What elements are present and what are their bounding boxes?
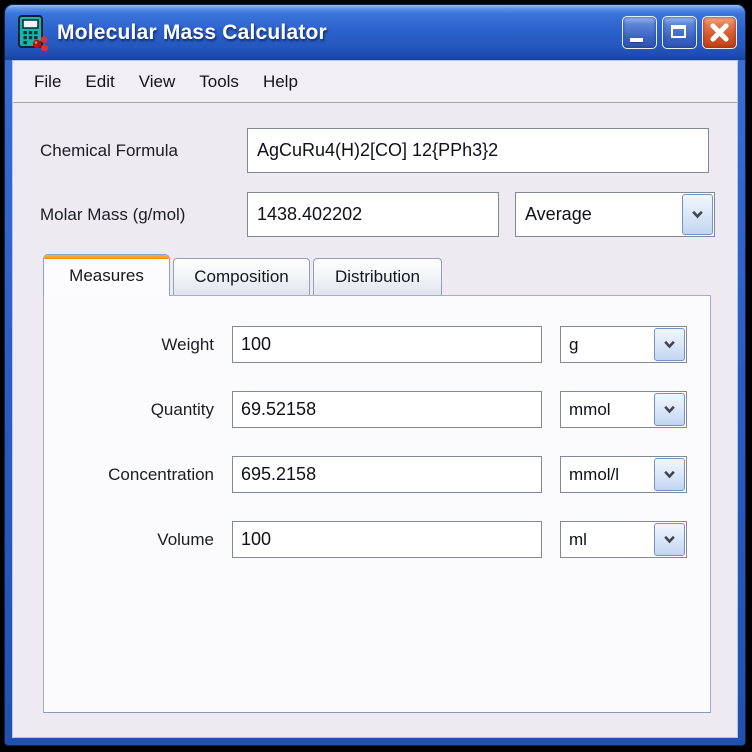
volume-label: Volume bbox=[54, 521, 214, 558]
quantity-unit-value: mmol bbox=[561, 392, 653, 427]
concentration-input[interactable] bbox=[232, 456, 542, 493]
quantity-unit-select[interactable]: mmol bbox=[560, 391, 687, 428]
menu-item-edit[interactable]: Edit bbox=[73, 65, 126, 99]
chevron-down-icon bbox=[663, 340, 676, 349]
menu-item-help[interactable]: Help bbox=[251, 65, 310, 99]
dialog-content: Chemical Formula Molar Mass (g/mol) Aver… bbox=[13, 103, 737, 737]
quantity-label: Quantity bbox=[54, 391, 214, 428]
tab-distribution[interactable]: Distribution bbox=[313, 258, 442, 295]
tab-measures-label: Measures bbox=[69, 266, 144, 285]
menu-bar: File Edit View Tools Help bbox=[13, 61, 737, 103]
concentration-unit-value: mmol/l bbox=[561, 457, 653, 492]
chemical-formula-label: Chemical Formula bbox=[40, 128, 178, 173]
weight-unit-dropdown-button[interactable] bbox=[654, 328, 685, 361]
client-area: File Edit View Tools Help Chemical Formu… bbox=[12, 60, 738, 738]
concentration-label: Concentration bbox=[54, 456, 214, 493]
window-title: Molecular Mass Calculator bbox=[57, 21, 327, 45]
tab-measures[interactable]: Measures bbox=[43, 254, 170, 296]
mass-mode-value: Average bbox=[516, 193, 681, 236]
molar-mass-label: Molar Mass (g/mol) bbox=[40, 192, 185, 237]
tab-distribution-label: Distribution bbox=[335, 267, 420, 286]
close-button[interactable] bbox=[702, 16, 737, 49]
volume-unit-select[interactable]: ml bbox=[560, 521, 687, 558]
maximize-icon bbox=[671, 25, 686, 38]
maximize-button[interactable] bbox=[662, 16, 697, 49]
weight-label: Weight bbox=[54, 326, 214, 363]
chemical-formula-input[interactable] bbox=[247, 128, 709, 173]
tab-composition[interactable]: Composition bbox=[173, 258, 310, 295]
app-icon bbox=[15, 15, 49, 51]
volume-input[interactable] bbox=[232, 521, 542, 558]
close-icon bbox=[703, 17, 736, 48]
menu-item-file[interactable]: File bbox=[22, 65, 73, 99]
weight-unit-value: g bbox=[561, 327, 653, 362]
minimize-button[interactable] bbox=[622, 16, 657, 49]
chevron-down-icon bbox=[663, 535, 676, 544]
mass-mode-dropdown-button[interactable] bbox=[682, 194, 713, 235]
volume-unit-value: ml bbox=[561, 522, 653, 557]
weight-input[interactable] bbox=[232, 326, 542, 363]
menu-item-view[interactable]: View bbox=[127, 65, 188, 99]
chevron-down-icon bbox=[663, 405, 676, 414]
chevron-down-icon bbox=[691, 210, 704, 219]
quantity-input[interactable] bbox=[232, 391, 542, 428]
measures-panel: Weight g Quantity mmol bbox=[43, 295, 711, 713]
mass-mode-select[interactable]: Average bbox=[515, 192, 715, 237]
screen: Molecular Mass Calculator bbox=[0, 0, 752, 752]
concentration-unit-select[interactable]: mmol/l bbox=[560, 456, 687, 493]
volume-unit-dropdown-button[interactable] bbox=[654, 523, 685, 556]
molar-mass-input[interactable] bbox=[247, 192, 499, 237]
title-bar[interactable]: Molecular Mass Calculator bbox=[5, 5, 745, 60]
window: Molecular Mass Calculator bbox=[4, 4, 746, 746]
quantity-unit-dropdown-button[interactable] bbox=[654, 393, 685, 426]
tab-composition-label: Composition bbox=[194, 267, 289, 286]
concentration-unit-dropdown-button[interactable] bbox=[654, 458, 685, 491]
window-controls bbox=[622, 16, 737, 49]
weight-unit-select[interactable]: g bbox=[560, 326, 687, 363]
menu-item-tools[interactable]: Tools bbox=[187, 65, 251, 99]
chevron-down-icon bbox=[663, 470, 676, 479]
minimize-icon bbox=[630, 38, 643, 42]
